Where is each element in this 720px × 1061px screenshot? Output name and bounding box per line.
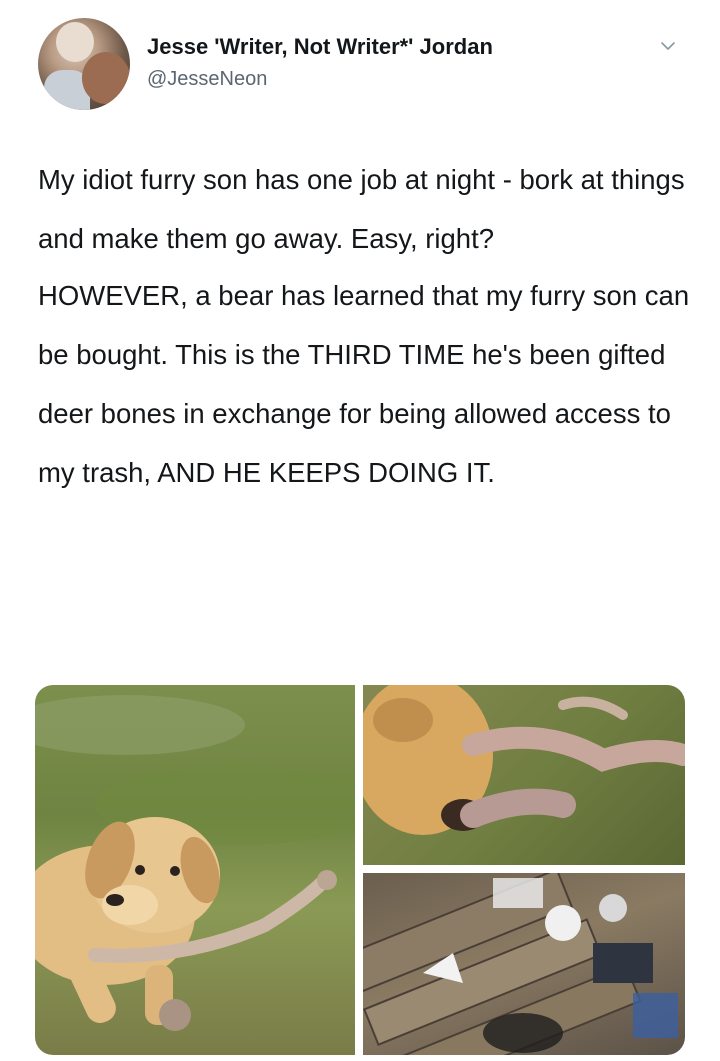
author-display-name[interactable]: Jesse 'Writer, Not Writer*' Jordan [147,34,493,60]
media-grid [35,685,685,1055]
dog-closeup-bone-photo[interactable] [363,685,685,865]
dog-with-bone-photo[interactable] [35,685,355,1055]
avatar[interactable] [38,18,130,110]
chevron-down-icon[interactable] [660,38,676,54]
scattered-trash-photo[interactable] [363,873,685,1055]
tweet-header: Jesse 'Writer, Not Writer*' Jordan @Jess… [0,0,720,130]
tweet-body: My idiot furry son has one job at night … [38,150,698,502]
author-handle[interactable]: @JesseNeon [147,68,267,91]
tweet-paragraph-1: My idiot furry son has one job at night … [38,164,685,254]
tweet-paragraph-2: HOWEVER, a bear has learned that my furr… [38,280,690,488]
